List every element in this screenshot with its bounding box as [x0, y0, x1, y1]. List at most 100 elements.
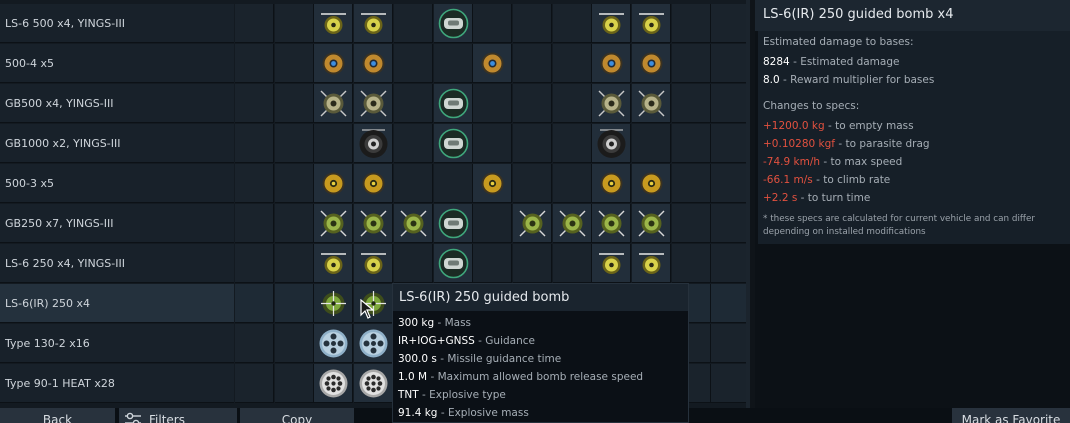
pylon-slot[interactable] — [671, 124, 711, 163]
pylon-slot[interactable] — [354, 364, 394, 403]
pylon-slot[interactable] — [473, 244, 513, 283]
pylon-slot[interactable] — [552, 164, 592, 203]
pylon-slot[interactable] — [314, 284, 354, 323]
pylon-slot[interactable] — [235, 4, 274, 43]
pylon-slot[interactable] — [592, 124, 632, 163]
pylon-slot[interactable] — [671, 84, 711, 123]
pylon-slot[interactable] — [235, 124, 274, 163]
pylon-slot[interactable] — [274, 84, 314, 123]
pylon-slot[interactable] — [711, 124, 750, 163]
loadout-row[interactable]: GB500 x4, YINGS-III — [0, 84, 750, 124]
back-button[interactable]: Back — [0, 408, 115, 423]
pylon-slot[interactable] — [632, 244, 671, 283]
pylon-slot[interactable] — [592, 164, 632, 203]
pylon-slot[interactable] — [274, 44, 314, 83]
pylon-slot[interactable] — [711, 164, 750, 203]
pylon-slot[interactable] — [314, 124, 354, 163]
pylon-slot[interactable] — [433, 124, 473, 163]
pylon-slot[interactable] — [671, 4, 711, 43]
pylon-slot[interactable] — [473, 164, 513, 203]
pylon-slot[interactable] — [393, 44, 433, 83]
pylon-slot[interactable] — [354, 124, 394, 163]
pylon-slot[interactable] — [274, 364, 314, 403]
pylon-slot[interactable] — [632, 204, 671, 243]
pylon-slot[interactable] — [512, 204, 552, 243]
pylon-slot[interactable] — [552, 204, 592, 243]
filters-button[interactable]: Filters — [119, 408, 237, 423]
pylon-slot[interactable] — [235, 204, 274, 243]
pylon-slot[interactable] — [274, 4, 314, 43]
pylon-slot[interactable] — [354, 324, 394, 363]
pylon-slot[interactable] — [354, 44, 394, 83]
pylon-slot[interactable] — [711, 4, 750, 43]
pylon-slot[interactable] — [393, 164, 433, 203]
loadout-row[interactable]: 500-4 x5 — [0, 44, 750, 84]
pylon-slot[interactable] — [512, 244, 552, 283]
pylon-slot[interactable] — [512, 84, 552, 123]
pylon-slot[interactable] — [552, 124, 592, 163]
mark-favorite-button[interactable]: Mark as Favorite — [952, 408, 1070, 423]
loadout-row[interactable]: LS-6 500 x4, YINGS-III — [0, 4, 750, 44]
pylon-slot[interactable] — [473, 4, 513, 43]
pylon-slot[interactable] — [393, 124, 433, 163]
pylon-slot[interactable] — [512, 164, 552, 203]
pylon-slot[interactable] — [552, 244, 592, 283]
pylon-slot[interactable] — [235, 84, 274, 123]
pylon-slot[interactable] — [552, 4, 592, 43]
loadout-row[interactable]: GB1000 x2, YINGS-III — [0, 124, 750, 164]
pylon-slot[interactable] — [632, 4, 671, 43]
pylon-slot[interactable] — [711, 324, 750, 363]
pylon-slot[interactable] — [314, 4, 354, 43]
pylon-slot[interactable] — [711, 284, 750, 323]
pylon-slot[interactable] — [433, 164, 473, 203]
pylon-slot[interactable] — [354, 84, 394, 123]
pylon-slot[interactable] — [512, 44, 552, 83]
loadout-row[interactable]: 500-3 x5 — [0, 164, 750, 204]
pylon-slot[interactable] — [274, 204, 314, 243]
pylon-slot[interactable] — [314, 364, 354, 403]
pylon-slot[interactable] — [433, 244, 473, 283]
copy-button[interactable]: Copy — [240, 408, 354, 423]
pylon-slot[interactable] — [314, 164, 354, 203]
pylon-slot[interactable] — [354, 204, 394, 243]
pylon-slot[interactable] — [274, 284, 314, 323]
pylon-slot[interactable] — [393, 4, 433, 43]
pylon-slot[interactable] — [592, 44, 632, 83]
pylon-slot[interactable] — [314, 244, 354, 283]
grid-scrollbar[interactable] — [746, 0, 750, 408]
pylon-slot[interactable] — [473, 84, 513, 123]
pylon-slot[interactable] — [671, 244, 711, 283]
pylon-slot[interactable] — [235, 164, 274, 203]
pylon-slot[interactable] — [354, 164, 394, 203]
pylon-slot[interactable] — [671, 44, 711, 83]
loadout-row[interactable]: LS-6 250 x4, YINGS-III — [0, 244, 750, 284]
loadout-row[interactable]: GB250 x7, YINGS-III — [0, 204, 750, 244]
pylon-slot[interactable] — [314, 324, 354, 363]
pylon-slot[interactable] — [473, 44, 513, 83]
pylon-slot[interactable] — [274, 124, 314, 163]
pylon-slot[interactable] — [314, 44, 354, 83]
pylon-slot[interactable] — [473, 204, 513, 243]
pylon-slot[interactable] — [235, 364, 274, 403]
pylon-slot[interactable] — [274, 324, 314, 363]
pylon-slot[interactable] — [433, 204, 473, 243]
pylon-slot[interactable] — [632, 164, 671, 203]
pylon-slot[interactable] — [512, 124, 552, 163]
pylon-slot[interactable] — [235, 284, 274, 323]
pylon-slot[interactable] — [592, 84, 632, 123]
pylon-slot[interactable] — [393, 244, 433, 283]
pylon-slot[interactable] — [314, 204, 354, 243]
pylon-slot[interactable] — [433, 84, 473, 123]
pylon-slot[interactable] — [433, 44, 473, 83]
pylon-slot[interactable] — [592, 4, 632, 43]
pylon-slot[interactable] — [274, 244, 314, 283]
pylon-slot[interactable] — [393, 204, 433, 243]
pylon-slot[interactable] — [592, 204, 632, 243]
pylon-slot[interactable] — [671, 204, 711, 243]
pylon-slot[interactable] — [711, 84, 750, 123]
pylon-slot[interactable] — [632, 84, 671, 123]
pylon-slot[interactable] — [314, 84, 354, 123]
pylon-slot[interactable] — [552, 84, 592, 123]
pylon-slot[interactable] — [671, 164, 711, 203]
pylon-slot[interactable] — [354, 244, 394, 283]
